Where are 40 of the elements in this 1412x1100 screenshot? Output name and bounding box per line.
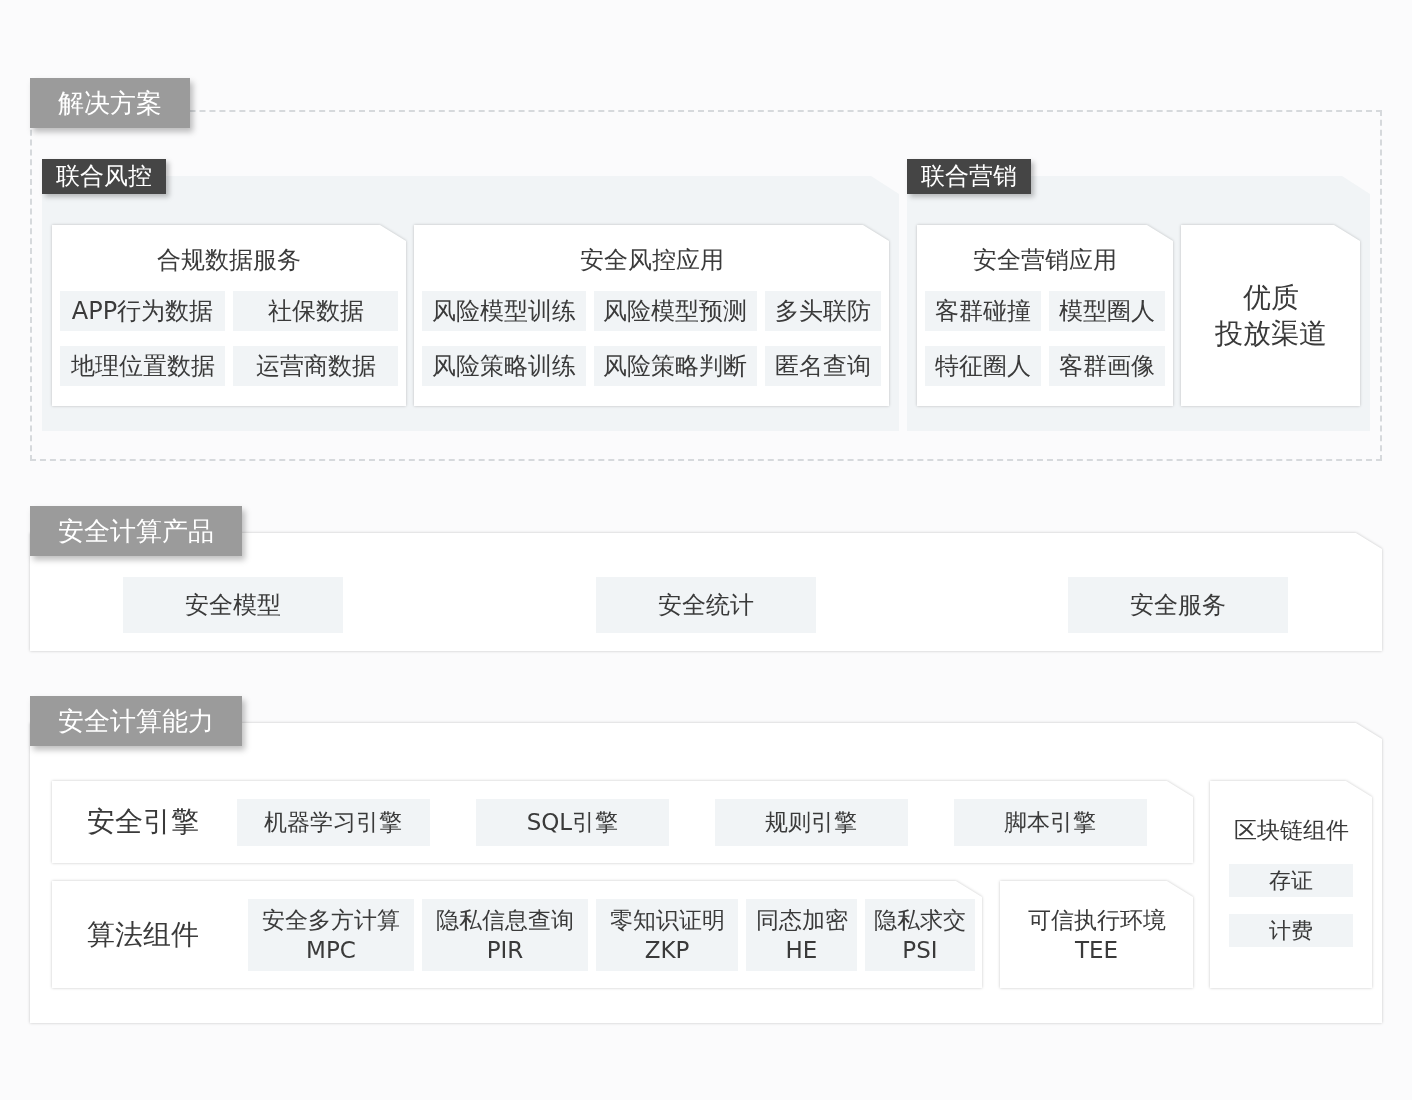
item-label: 风险模型预测 [593,291,758,331]
card-title: 区块链组件 [1233,816,1349,845]
section-tag: 安全计算产品 [30,506,242,556]
item-label: 同态加密 HE [746,898,857,971]
item-label: 脚本引擎 [953,798,1147,846]
item-label: 隐私求交 PSI [865,898,975,971]
item-label: 客群画像 [1049,346,1165,386]
item-label: 安全服务 [1068,577,1288,633]
item-label: 安全多方计算 MPC [248,898,414,971]
item-label: 风险策略训练 [422,346,586,386]
item-label: 特征圈人 [925,346,1041,386]
item-label: 计费 [1229,913,1353,947]
item-label: 零知识证明 ZKP [596,898,738,971]
item-label: 存证 [1229,863,1353,897]
item-label: SQL引擎 [475,798,669,846]
card-title: 安全营销应用 [972,245,1118,275]
item-label: 匿名查询 [765,346,881,386]
section-tag: 解决方案 [30,78,190,128]
item-label: 风险模型训练 [422,291,586,331]
row-label: 算法组件 [86,916,200,953]
item-label: 运营商数据 [233,346,398,386]
item-label: 规则引擎 [714,798,908,846]
item-label: 多头联防 [765,291,881,331]
card-title: 优质 投放渠道 [1181,225,1360,406]
card-title: 安全风控应用 [578,245,725,275]
item-label: 社保数据 [233,291,398,331]
row-label: 安全引擎 [86,804,200,840]
item-label: 安全模型 [123,577,343,633]
card-title: 合规数据服务 [156,245,302,275]
item-label: APP行为数据 [60,291,225,331]
item-label: 客群碰撞 [925,291,1041,331]
section-tag: 安全计算能力 [30,696,242,746]
item-label: 模型圈人 [1049,291,1165,331]
item-label: 风险策略判断 [593,346,758,386]
item-label: 隐私信息查询 PIR [422,898,588,971]
item-label: 机器学习引擎 [236,798,430,846]
item-label: 地理位置数据 [60,346,225,386]
item-label: 安全统计 [595,577,816,633]
group-tag: 联合营销 [907,159,1031,194]
group-tag: 联合风控 [42,159,166,194]
